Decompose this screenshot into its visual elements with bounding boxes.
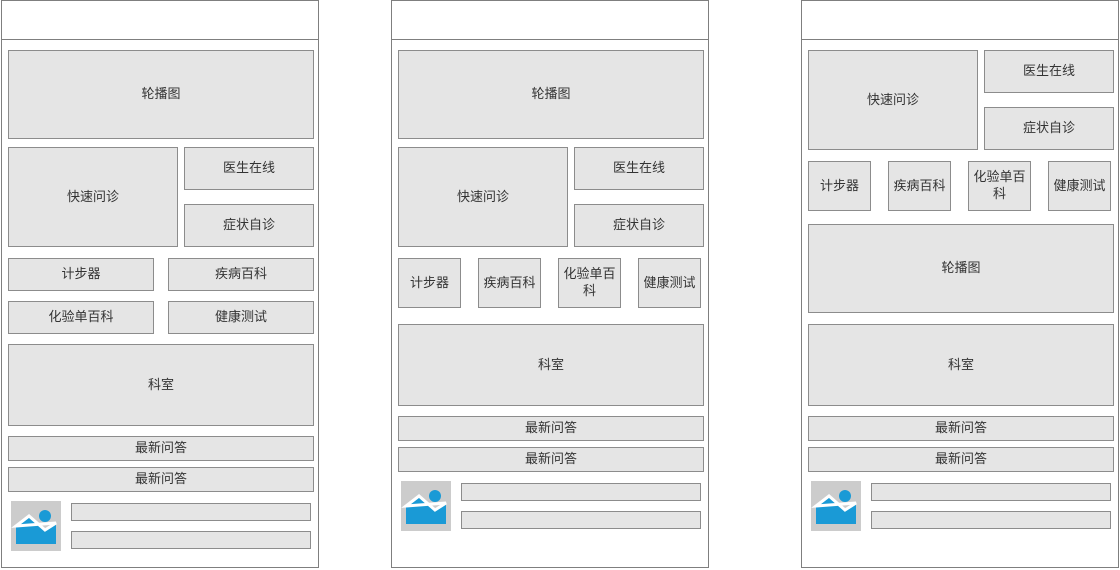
text-line-placeholder <box>71 503 311 521</box>
carousel-label: 轮播图 <box>531 87 571 102</box>
health-test-label: 健康测试 <box>214 310 267 325</box>
doctor-online-label: 医生在线 <box>1022 64 1075 79</box>
latest-qa-label: 最新问答 <box>524 421 577 436</box>
latest-qa-bar[interactable]: 最新问答 <box>808 447 1114 472</box>
pedometer-block[interactable]: 计步器 <box>398 258 461 308</box>
department-block[interactable]: 科室 <box>398 324 704 406</box>
symptom-check-label: 症状自诊 <box>1022 121 1075 136</box>
latest-qa-label: 最新问答 <box>524 452 577 467</box>
department-label: 科室 <box>147 377 174 393</box>
pedometer-label: 计步器 <box>409 275 449 291</box>
department-block[interactable]: 科室 <box>808 324 1114 406</box>
lab-report-wiki-block[interactable]: 化验单百科 <box>8 301 154 334</box>
doctor-online-label: 医生在线 <box>612 161 665 176</box>
disease-wiki-block[interactable]: 疾病百科 <box>478 258 541 308</box>
latest-qa-label: 最新问答 <box>134 472 187 487</box>
health-test-block[interactable]: 健康测试 <box>168 301 314 334</box>
lab-report-wiki-block[interactable]: 化验单百科 <box>558 258 621 308</box>
disease-wiki-block[interactable]: 疾病百科 <box>888 161 951 211</box>
carousel-label: 轮播图 <box>141 87 181 102</box>
text-line-placeholder <box>461 483 701 501</box>
latest-qa-label: 最新问答 <box>934 421 987 436</box>
symptom-check-label: 症状自诊 <box>222 218 275 233</box>
doctor-online-block[interactable]: 医生在线 <box>984 50 1114 93</box>
latest-qa-bar[interactable]: 最新问答 <box>8 467 314 492</box>
health-test-label: 健康测试 <box>643 275 696 291</box>
wireframe-1: 轮播图 快速问诊 医生在线 症状自诊 计步器 疾病百科 化验单百科 健康测试 科… <box>1 0 319 568</box>
latest-qa-bar[interactable]: 最新问答 <box>808 416 1114 441</box>
latest-qa-label: 最新问答 <box>134 441 187 456</box>
carousel-block[interactable]: 轮播图 <box>398 50 704 139</box>
quick-consult-block[interactable]: 快速问诊 <box>398 147 568 247</box>
text-line-placeholder <box>461 511 701 529</box>
lab-report-wiki-label: 化验单百科 <box>563 267 616 299</box>
quick-consult-label: 快速问诊 <box>456 189 509 205</box>
quick-consult-block[interactable]: 快速问诊 <box>8 147 178 247</box>
department-label: 科室 <box>947 357 974 373</box>
disease-wiki-label: 疾病百科 <box>483 275 536 291</box>
disease-wiki-block[interactable]: 疾病百科 <box>168 258 314 291</box>
lab-report-wiki-label: 化验单百科 <box>973 170 1026 202</box>
doctor-online-block[interactable]: 医生在线 <box>574 147 704 190</box>
lab-report-wiki-label: 化验单百科 <box>48 310 114 325</box>
top-bar <box>2 1 318 40</box>
carousel-block[interactable]: 轮播图 <box>8 50 314 139</box>
wireframe-3: 快速问诊 医生在线 症状自诊 计步器 疾病百科 化验单百科 健康测试 轮播图 科… <box>801 0 1119 568</box>
department-label: 科室 <box>537 357 564 373</box>
latest-qa-bar[interactable]: 最新问答 <box>398 416 704 441</box>
pedometer-block[interactable]: 计步器 <box>8 258 154 291</box>
disease-wiki-label: 疾病百科 <box>214 267 267 282</box>
latest-qa-bar[interactable]: 最新问答 <box>8 436 314 461</box>
carousel-label: 轮播图 <box>941 261 981 276</box>
text-line-placeholder <box>871 483 1111 501</box>
carousel-block[interactable]: 轮播图 <box>808 224 1114 313</box>
image-icon <box>11 501 61 551</box>
text-line-placeholder <box>71 531 311 549</box>
department-block[interactable]: 科室 <box>8 344 314 426</box>
doctor-online-label: 医生在线 <box>222 161 275 176</box>
disease-wiki-label: 疾病百科 <box>893 178 946 194</box>
pedometer-label: 计步器 <box>61 267 101 282</box>
pedometer-label: 计步器 <box>819 178 859 194</box>
latest-qa-label: 最新问答 <box>934 452 987 467</box>
doctor-online-block[interactable]: 医生在线 <box>184 147 314 190</box>
quick-consult-label: 快速问诊 <box>66 189 119 205</box>
latest-qa-bar[interactable]: 最新问答 <box>398 447 704 472</box>
symptom-check-block[interactable]: 症状自诊 <box>184 204 314 247</box>
quick-consult-label: 快速问诊 <box>866 92 919 108</box>
image-icon <box>811 481 861 531</box>
quick-consult-block[interactable]: 快速问诊 <box>808 50 978 150</box>
top-bar <box>392 1 708 40</box>
lab-report-wiki-block[interactable]: 化验单百科 <box>968 161 1031 211</box>
pedometer-block[interactable]: 计步器 <box>808 161 871 211</box>
health-test-block[interactable]: 健康测试 <box>1048 161 1111 211</box>
symptom-check-block[interactable]: 症状自诊 <box>574 204 704 247</box>
health-test-label: 健康测试 <box>1053 178 1106 194</box>
image-icon <box>401 481 451 531</box>
symptom-check-label: 症状自诊 <box>612 218 665 233</box>
text-line-placeholder <box>871 511 1111 529</box>
health-test-block[interactable]: 健康测试 <box>638 258 701 308</box>
top-bar <box>802 1 1118 40</box>
wireframe-2: 轮播图 快速问诊 医生在线 症状自诊 计步器 疾病百科 化验单百科 健康测试 科… <box>391 0 709 568</box>
symptom-check-block[interactable]: 症状自诊 <box>984 107 1114 150</box>
